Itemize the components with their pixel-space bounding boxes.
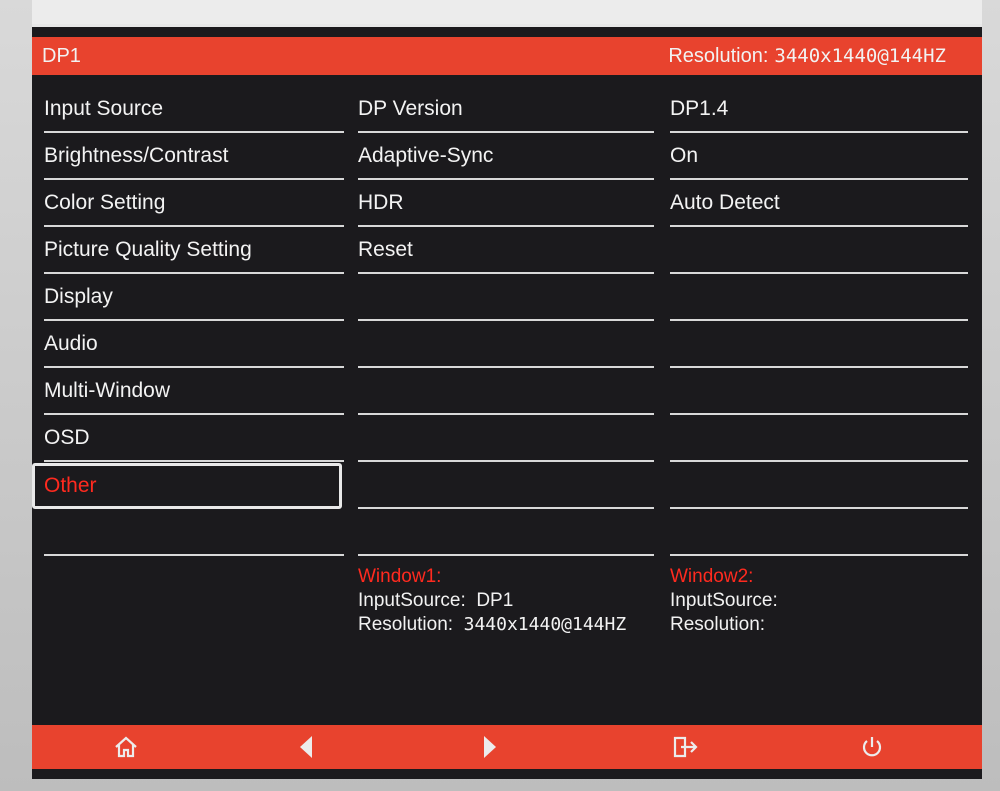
- submenu-empty-row: [358, 275, 654, 321]
- power-icon: [861, 736, 883, 758]
- submenu-item-adaptive-sync[interactable]: Adaptive-Sync: [358, 134, 654, 180]
- submenu-empty-row: [358, 463, 654, 509]
- main-menu: Input Source Brightness/Contrast Color S…: [32, 87, 344, 557]
- menu-item-label: Other: [44, 474, 97, 497]
- osd-footer: [32, 725, 982, 769]
- menu-item-label: Audio: [44, 332, 98, 355]
- menu-item-audio[interactable]: Audio: [44, 322, 344, 368]
- menu-item-osd[interactable]: OSD: [44, 416, 344, 462]
- submenu-empty-row: [358, 322, 654, 368]
- menu-item-multi-window[interactable]: Multi-Window: [44, 369, 344, 415]
- osd-menu: DP1 Resolution: 3440x1440@144HZ Input Sou…: [32, 24, 982, 779]
- window2-input-label: InputSource:: [670, 590, 778, 611]
- menu-item-label: Display: [44, 285, 113, 308]
- window2-info: Window2: InputSource: Resolution:: [670, 565, 778, 637]
- menu-item-brightness-contrast[interactable]: Brightness/Contrast: [44, 134, 344, 180]
- menu-item-display[interactable]: Display: [44, 275, 344, 321]
- menu-item-other[interactable]: Other: [32, 463, 342, 509]
- exit-icon: [672, 736, 700, 758]
- submenu-item-label: Reset: [358, 238, 413, 261]
- menu-item-label: Brightness/Contrast: [44, 144, 229, 167]
- window1-title: Window1:: [358, 566, 442, 587]
- power-button[interactable]: [854, 731, 890, 763]
- right-button[interactable]: [472, 731, 508, 763]
- menu-item-label: Picture Quality Setting: [44, 238, 252, 261]
- value-dp-version[interactable]: DP1.4: [670, 87, 968, 133]
- menu-item-input-source[interactable]: Input Source: [44, 87, 344, 133]
- value-text: DP1.4: [670, 97, 729, 120]
- menu-item-picture-quality[interactable]: Picture Quality Setting: [44, 228, 344, 274]
- menu-item-label: OSD: [44, 426, 90, 449]
- home-button[interactable]: [108, 731, 144, 763]
- arrow-right-icon: [482, 735, 498, 759]
- window2-title: Window2:: [670, 566, 754, 587]
- submenu-empty-row: [358, 510, 654, 556]
- submenu: DP Version Adaptive-Sync HDR Reset: [358, 87, 654, 557]
- screen-top-strip: [32, 0, 982, 24]
- value-empty-row: [670, 463, 968, 509]
- osd-header: DP1 Resolution: 3440x1440@144HZ: [32, 37, 982, 75]
- window2-resolution-label: Resolution:: [670, 614, 766, 635]
- window1-input-label: InputSource:: [358, 590, 466, 611]
- value-empty-row: [670, 416, 968, 462]
- menu-item-color-setting[interactable]: Color Setting: [44, 181, 344, 227]
- value-reset: [670, 228, 968, 274]
- window2-input-row: InputSource:: [670, 589, 778, 613]
- menu-item-label: Multi-Window: [44, 379, 171, 402]
- left-button[interactable]: [288, 731, 324, 763]
- value-empty-row: [670, 275, 968, 321]
- submenu-item-reset[interactable]: Reset: [358, 228, 654, 274]
- submenu-empty-row: [358, 416, 654, 462]
- menu-item-label: Color Setting: [44, 191, 166, 214]
- header-resolution: Resolution: 3440x1440@144HZ: [668, 45, 946, 68]
- menu-item-label: Input Source: [44, 97, 164, 120]
- value-empty-row: [670, 510, 968, 556]
- value-text: On: [670, 144, 699, 167]
- exit-button[interactable]: [668, 731, 704, 763]
- window1-input-row: InputSource: DP1: [358, 589, 626, 613]
- window1-input-value: DP1: [476, 590, 514, 611]
- submenu-item-label: HDR: [358, 191, 404, 214]
- submenu-item-dp-version[interactable]: DP Version: [358, 87, 654, 133]
- current-input-label: DP1: [42, 45, 81, 67]
- value-hdr[interactable]: Auto Detect: [670, 181, 968, 227]
- window1-resolution-value: 3440x1440@144HZ: [463, 614, 627, 635]
- resolution-value: 3440x1440@144HZ: [774, 45, 946, 67]
- menu-divider: [44, 510, 344, 556]
- submenu-item-label: Adaptive-Sync: [358, 144, 494, 167]
- resolution-label: Resolution:: [668, 45, 769, 67]
- window1-resolution-row: Resolution: 3440x1440@144HZ: [358, 613, 626, 637]
- submenu-item-hdr[interactable]: HDR: [358, 181, 654, 227]
- window1-info: Window1: InputSource: DP1 Resolution: 34…: [358, 565, 626, 637]
- window2-resolution-row: Resolution:: [670, 613, 778, 637]
- arrow-left-icon: [298, 735, 314, 759]
- value-empty-row: [670, 369, 968, 415]
- value-adaptive-sync[interactable]: On: [670, 134, 968, 180]
- home-icon: [114, 736, 138, 758]
- window1-resolution-label: Resolution:: [358, 614, 454, 635]
- value-text: Auto Detect: [670, 191, 780, 214]
- submenu-item-label: DP Version: [358, 97, 463, 120]
- value-empty-row: [670, 322, 968, 368]
- submenu-empty-row: [358, 369, 654, 415]
- value-column: DP1.4 On Auto Detect: [670, 87, 968, 557]
